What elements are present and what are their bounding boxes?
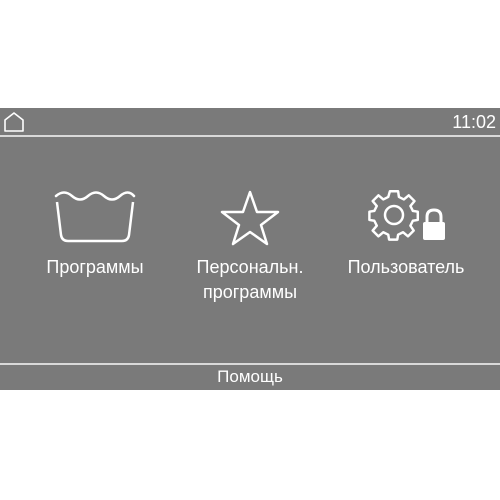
gear-lock-icon: [368, 189, 445, 241]
home-icon: [4, 112, 24, 132]
menu-item-label: Пользователь: [347, 257, 465, 277]
home-button[interactable]: [3, 111, 25, 133]
menu-item-label: программы: [202, 282, 298, 302]
menu-item-label: Программы: [46, 257, 144, 277]
menu-item-programs[interactable]: Программы: [15, 188, 175, 280]
appliance-display: 11:02 Программы Персональн. программы По…: [0, 108, 500, 390]
menu-item-user[interactable]: Пользователь: [326, 188, 486, 280]
star-icon: [220, 190, 280, 246]
wash-basin-icon: [54, 191, 136, 243]
help-button[interactable]: Помощь: [0, 363, 500, 390]
status-bar: 11:02: [0, 108, 500, 137]
clock: 11:02: [452, 112, 496, 132]
menu-item-label: Персональн.: [196, 257, 304, 277]
menu-item-personal-programs[interactable]: Персональн. программы: [170, 188, 330, 305]
